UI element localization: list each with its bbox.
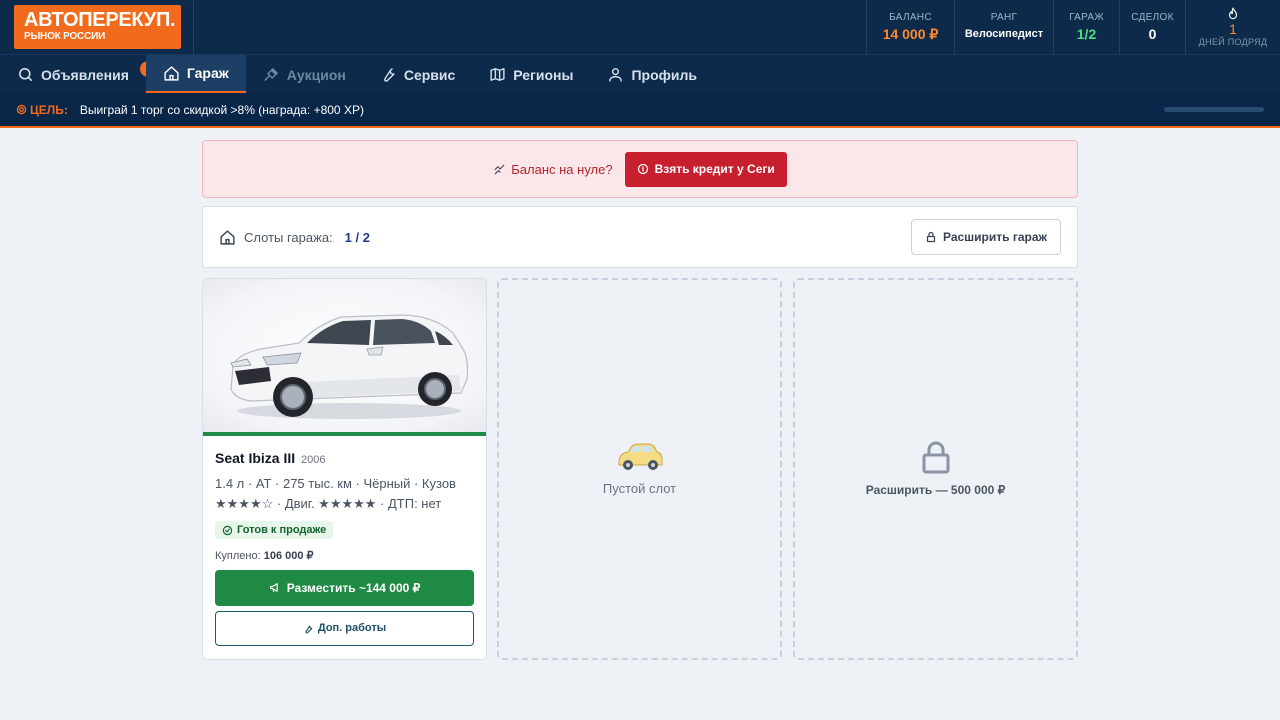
car-card[interactable]: Seat Ibiza III 2006 1.4 л · АТ · 275 тыс…: [202, 278, 487, 660]
streak-stat: 1 ДНЕЙ ПОДРЯД: [1185, 0, 1280, 54]
empty-slot-label: Пустой слот: [602, 480, 677, 496]
streak-label: ДНЕЙ ПОДРЯД: [1198, 36, 1268, 47]
empty-garage-slot[interactable]: Пустой слот: [497, 278, 782, 660]
check-circle-icon: [222, 525, 233, 535]
streak-value: 1: [1229, 20, 1237, 37]
coin-icon: [637, 163, 648, 175]
target-icon: [16, 104, 27, 115]
logo-title: АВТОПЕРЕКУП.: [24, 9, 176, 31]
nav-auction-label: Аукцион: [286, 66, 346, 83]
locked-garage-slot[interactable]: Расширить — 500 000 ₽: [793, 278, 1078, 660]
lock-icon: [926, 231, 936, 243]
slots-count: 1 / 2: [344, 229, 370, 245]
extra-works-label: Доп. работы: [317, 622, 387, 634]
retro-car-icon: [618, 443, 662, 470]
nav-garage-label: Гараж: [186, 65, 229, 81]
search-icon: [19, 68, 32, 81]
low-balance-alert: Баланс на нуле? Взять кредит у Сеги: [202, 140, 1078, 198]
deals-value: 0: [1148, 26, 1157, 42]
rank-label: РАНГ: [990, 12, 1018, 23]
expand-slot-label: Расширить — 500 000 ₽: [865, 483, 1006, 497]
slots-label: Слоты гаража:: [244, 229, 333, 245]
goal-tag-label: ЦЕЛЬ:: [30, 102, 68, 117]
car-image: [230, 314, 469, 419]
car-card-body: Seat Ibiza III 2006 1.4 л · АТ · 275 тыс…: [203, 436, 486, 646]
megaphone-icon: [269, 583, 278, 593]
nav-listings-label: Объявления: [41, 66, 129, 83]
car-specs: 1.4 л · АТ · 275 тыс. км · Чёрный · Кузо…: [215, 474, 474, 514]
balance-label: БАЛАНС: [889, 12, 932, 23]
goal-text: Выиграй 1 торг со скидкой >8% (награда: …: [79, 102, 364, 117]
home-icon: [164, 65, 179, 81]
main-nav: Объявления 6 Гараж Аукцион Сервис Регион…: [0, 54, 1280, 94]
nav-auction[interactable]: Аукцион: [246, 55, 363, 94]
car-year: 2006: [301, 454, 326, 466]
take-credit-label: Взять кредит у Сеги: [654, 162, 775, 176]
wrench-icon: [305, 625, 313, 633]
top-header: АВТОПЕРЕКУП. РЫНОК РОССИИ БАЛАНС 14 000 …: [0, 0, 1280, 54]
alert-text: Баланс на нуле?: [511, 161, 613, 177]
nav-service[interactable]: Сервис: [363, 55, 472, 94]
balance-value: 14 000 ₽: [882, 26, 939, 42]
car-name: Seat Ibiza III: [215, 450, 296, 466]
rank-stat: РАНГ Велосипедист: [954, 0, 1053, 54]
nav-listings[interactable]: Объявления 6: [0, 55, 156, 94]
nav-regions[interactable]: Регионы: [472, 55, 590, 94]
deals-label: СДЕЛОК: [1131, 12, 1174, 23]
app-logo[interactable]: АВТОПЕРЕКУП. РЫНОК РОССИИ: [14, 5, 181, 49]
place-listing-button[interactable]: Разместить ~144 000 ₽: [215, 569, 474, 606]
balance-stat: БАЛАНС 14 000 ₽: [866, 0, 954, 54]
garage-label: ГАРАЖ: [1069, 12, 1104, 23]
home-icon: [220, 229, 235, 245]
goal-tag: ЦЕЛЬ:: [16, 103, 68, 117]
car-spec-line-2: ★★★★☆ · Двиг. ★★★★★ · ДТП: нет: [215, 496, 442, 511]
place-listing-label: Разместить ~144 000 ₽: [286, 580, 421, 595]
flame-icon: [1228, 7, 1238, 19]
wrench-icon: [383, 68, 395, 82]
extra-works-button[interactable]: Доп. работы: [215, 610, 474, 646]
status-badge: Готов к продаже: [215, 521, 334, 539]
nav-service-label: Сервис: [403, 66, 456, 83]
user-icon: [609, 68, 623, 82]
expand-garage-label: Расширить гараж: [942, 230, 1048, 244]
garage-value: 1/2: [1076, 26, 1097, 42]
deals-stat: СДЕЛОК 0: [1119, 0, 1185, 54]
alert-message: Баланс на нуле?: [493, 161, 613, 177]
map-icon: [490, 68, 505, 81]
goal-progress-bar: [1164, 107, 1264, 112]
slots-info: Слоты гаража: 1 / 2: [219, 229, 370, 246]
hint-icon: [494, 164, 505, 174]
purchase-info: Куплено: 106 000 ₽: [215, 549, 474, 562]
logo-area: АВТОПЕРЕКУП. РЫНОК РОССИИ: [0, 0, 194, 54]
status-badge-label: Готов к продаже: [237, 524, 327, 536]
logo-subtitle: РЫНОК РОССИИ: [24, 31, 106, 42]
car-spec-line-1: 1.4 л · АТ · 275 тыс. км · Чёрный · Кузо…: [215, 476, 456, 491]
goal-bar: ЦЕЛЬ: Выиграй 1 торг со скидкой >8% (наг…: [0, 93, 1280, 128]
garage-slots-bar: Слоты гаража: 1 / 2 Расширить гараж: [202, 206, 1078, 268]
bought-price: 106 000 ₽: [263, 549, 314, 562]
gavel-icon: [264, 68, 278, 81]
bought-label: Куплено:: [215, 549, 261, 562]
garage-stat: ГАРАЖ 1/2: [1053, 0, 1119, 54]
nav-profile[interactable]: Профиль: [590, 55, 714, 94]
car-title: Seat Ibiza III 2006: [215, 450, 474, 466]
nav-regions-label: Регионы: [513, 66, 574, 83]
nav-profile-label: Профиль: [631, 66, 697, 83]
lock-icon: [922, 441, 949, 474]
rank-value: Велосипедист: [964, 28, 1044, 40]
take-credit-button[interactable]: Взять кредит у Сеги: [624, 151, 787, 187]
nav-garage[interactable]: Гараж: [145, 55, 246, 94]
expand-garage-button[interactable]: Расширить гараж: [911, 219, 1061, 255]
car-photo: [203, 279, 486, 436]
